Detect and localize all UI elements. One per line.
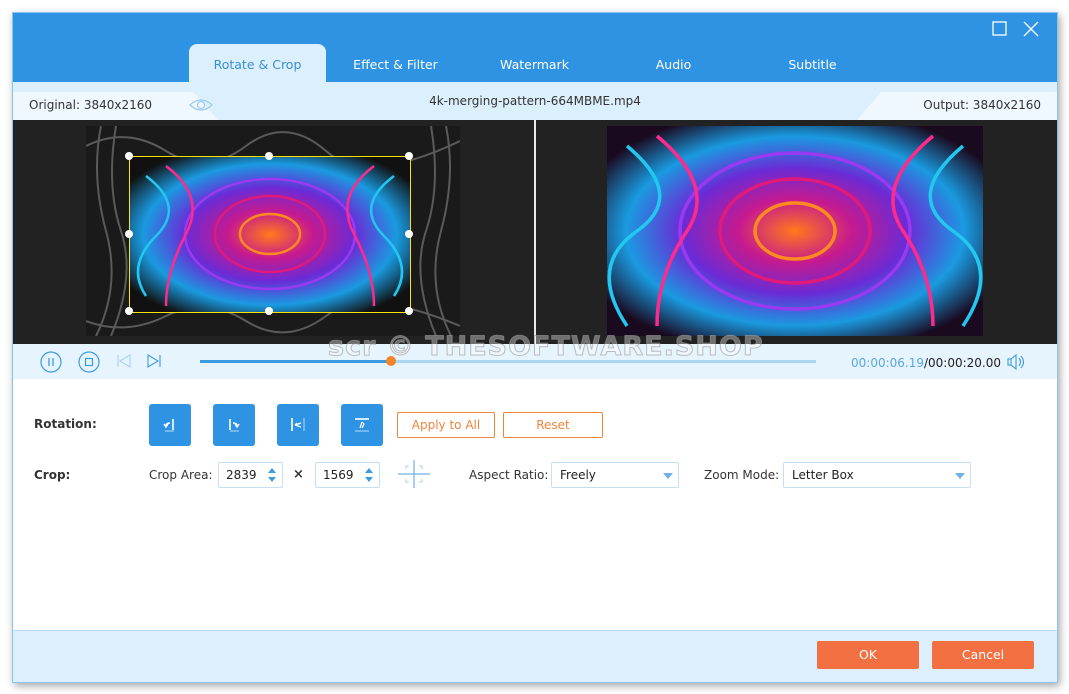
crop-width-value: 2839 [226,468,257,482]
current-time: 00:00:06.19 [851,356,924,370]
file-name: 4k-merging-pattern-664MBME.mp4 [429,94,641,108]
multiply-sign: × [293,467,304,482]
crop-handle-top[interactable] [265,152,273,160]
tab-rotate-crop[interactable]: Rotate & Crop [189,44,326,82]
flip-horizontal-icon [291,418,305,431]
zoom-mode-value: Letter Box [792,468,854,482]
output-video-frame [607,126,983,336]
crop-selection-box[interactable] [125,152,413,315]
crop-handle-top-right[interactable] [405,152,413,160]
previous-frame-icon[interactable] [116,353,132,369]
flip-horizontal-button[interactable] [277,404,319,446]
seek-slider[interactable] [200,356,816,366]
center-crop-icon[interactable] [395,458,433,490]
tab-watermark[interactable]: Watermark [466,44,603,82]
crop-label: Crop: [34,468,71,482]
rotate-right-icon [229,419,240,432]
chevron-down-icon [663,473,673,479]
crop-handle-bottom[interactable] [265,307,273,315]
preview-divider [534,120,536,344]
playback-bar: 00:00:06.19/00:00:20.00 [13,344,1057,379]
seek-progress [200,360,391,363]
maximize-icon[interactable] [988,17,1012,41]
crop-height-value: 1569 [323,468,354,482]
crop-handle-bottom-right[interactable] [405,307,413,315]
crop-area-label: Crop Area: [149,468,213,482]
aspect-ratio-select[interactable]: Freely [551,462,679,488]
tab-effect-filter[interactable]: Effect & Filter [327,44,464,82]
preview-area [13,120,1057,344]
source-video-frame [86,126,460,336]
volume-icon[interactable] [1007,353,1027,371]
seek-thumb[interactable] [385,356,396,366]
rotate-left-icon [163,419,174,432]
aspect-ratio-label: Aspect Ratio: [469,468,549,482]
cancel-button[interactable]: Cancel [932,641,1034,669]
crop-height-input[interactable]: 1569 [315,462,380,488]
footer-bar: OK Cancel [13,630,1057,682]
zoom-mode-label: Zoom Mode: [704,468,780,482]
rotate-right-button[interactable] [213,404,255,446]
tab-subtitle[interactable]: Subtitle [744,44,881,82]
aspect-ratio-value: Freely [560,468,596,482]
close-icon[interactable] [1019,17,1043,41]
next-frame-icon[interactable] [146,353,162,369]
crop-handle-left[interactable] [125,229,133,238]
total-time: /00:00:20.00 [923,356,1002,370]
crop-handle-bottom-left[interactable] [125,307,133,315]
time-display: 00:00:06.19/00:00:20.00 [851,356,1001,370]
chevron-down-icon [955,473,965,479]
crop-width-stepper[interactable] [267,466,277,484]
crop-width-input[interactable]: 2839 [218,462,283,488]
crop-handle-right[interactable] [405,229,413,238]
rotation-label: Rotation: [34,417,97,431]
info-bar: Original: 3840x2160 4k-merging-pattern-6… [13,82,1057,120]
zoom-mode-select[interactable]: Letter Box [783,462,971,488]
rotate-left-button[interactable] [149,404,191,446]
flip-vertical-icon [355,418,369,432]
pause-icon[interactable] [40,351,62,373]
flip-vertical-button[interactable] [341,404,383,446]
crop-height-stepper[interactable] [364,466,374,484]
stop-icon[interactable] [78,351,100,373]
reset-button[interactable]: Reset [503,412,603,438]
apply-to-all-button[interactable]: Apply to All [397,412,495,438]
rotate-crop-dialog: Rotate & Crop Effect & Filter Watermark … [12,12,1058,683]
output-resolution: Output: 3840x2160 [923,98,1041,112]
ok-button[interactable]: OK [817,641,919,669]
crop-handle-top-left[interactable] [125,152,133,160]
tab-audio[interactable]: Audio [605,44,742,82]
title-bar: Rotate & Crop Effect & Filter Watermark … [13,13,1057,82]
